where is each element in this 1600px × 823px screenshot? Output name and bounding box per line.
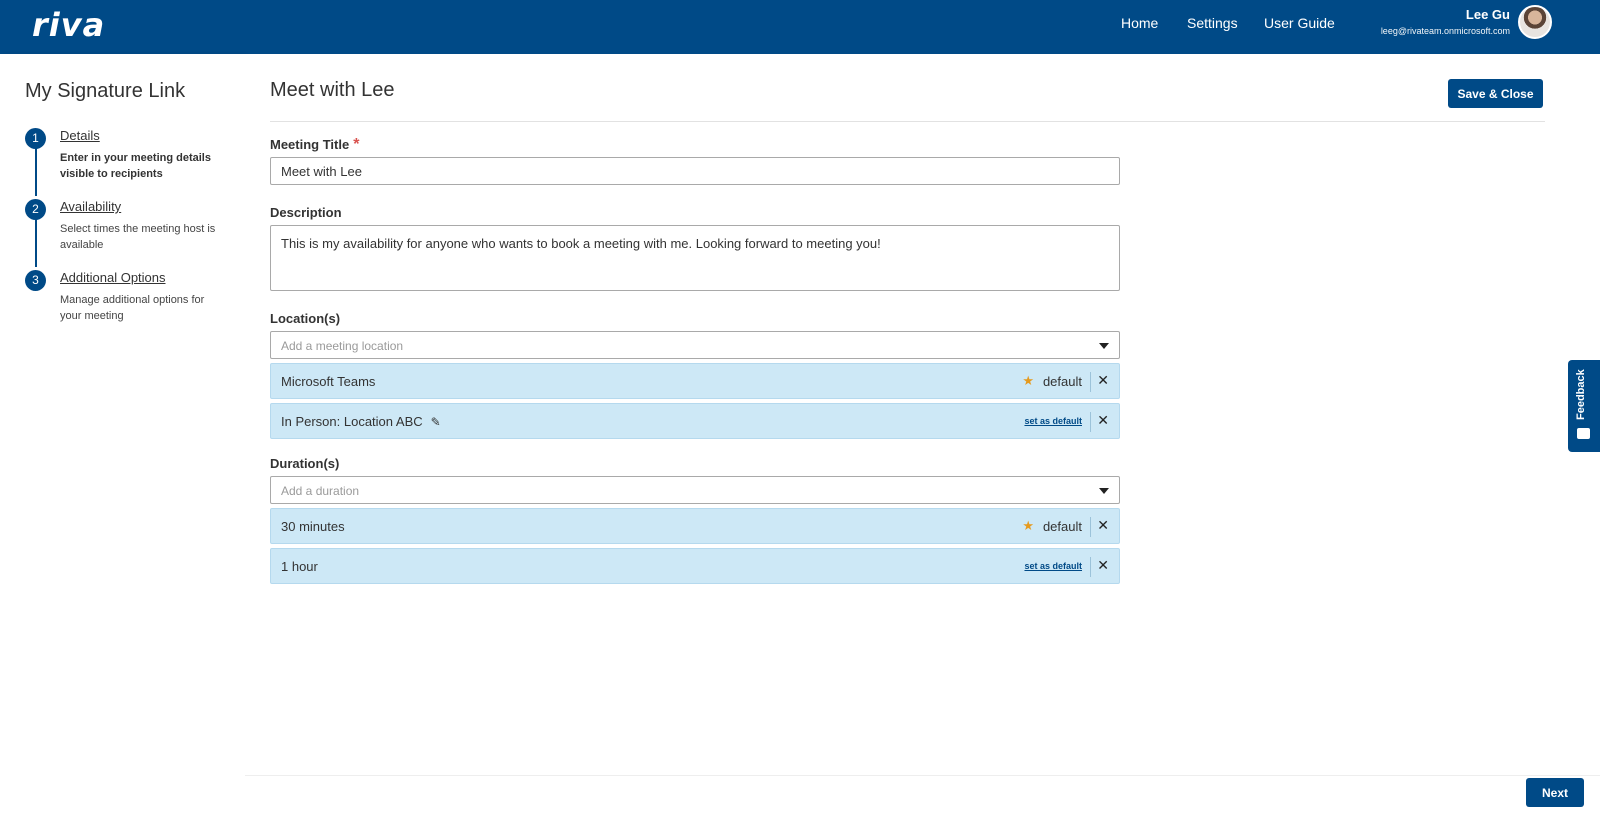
set-as-default-link[interactable]: set as default <box>1024 416 1082 426</box>
chip-separator <box>1090 557 1091 577</box>
feedback-tab[interactable]: Feedback <box>1568 360 1600 452</box>
close-icon[interactable]: ✕ <box>1097 517 1109 534</box>
description-label: Description <box>270 205 342 220</box>
chat-icon <box>1577 428 1590 439</box>
duration-chip-30min: 30 minutes ★ default ✕ <box>270 508 1120 544</box>
step-additional-options[interactable]: Additional Options <box>60 270 166 285</box>
step-connector <box>35 219 37 267</box>
locations-label: Location(s) <box>270 311 341 326</box>
chip-separator <box>1090 412 1091 432</box>
divider <box>270 121 1545 122</box>
location-select[interactable]: Add a meeting location <box>270 331 1120 359</box>
chip-label: 1 hour <box>281 559 318 574</box>
chip-label: In Person: Location ABC <box>281 414 423 429</box>
next-button[interactable]: Next <box>1526 778 1584 807</box>
nav-settings[interactable]: Settings <box>1187 15 1238 31</box>
default-badge: default <box>1042 374 1082 389</box>
step-availability[interactable]: Availability <box>60 199 121 214</box>
step-additional-options-description: Manage additional options for your meeti… <box>60 294 205 322</box>
nav-home[interactable]: Home <box>1121 15 1158 31</box>
step-availability-description: Select times the meeting host is availab… <box>60 223 216 251</box>
default-badge: default <box>1042 519 1082 534</box>
close-icon[interactable]: ✕ <box>1097 372 1109 389</box>
location-select-placeholder: Add a meeting location <box>281 339 404 353</box>
feedback-label: Feedback <box>1575 369 1587 420</box>
chevron-down-icon[interactable] <box>1099 488 1109 494</box>
location-chip-teams: Microsoft Teams ★ default ✕ <box>270 363 1120 399</box>
step-connector <box>35 148 37 196</box>
star-icon: ★ <box>1022 373 1034 388</box>
riva-logo[interactable]: riva <box>32 6 105 44</box>
chevron-down-icon[interactable] <box>1099 343 1109 349</box>
chip-label-wrapper: In Person: Location ABC ✎ <box>281 414 441 429</box>
sidebar: My Signature Link 1 Details Enter in you… <box>0 54 245 823</box>
main-panel: Meet with Lee Save & Close Meeting Title… <box>245 54 1600 775</box>
star-icon: ★ <box>1022 518 1034 533</box>
step-details[interactable]: Details <box>60 128 100 143</box>
step-number-1: 1 <box>25 128 46 149</box>
set-as-default-link[interactable]: set as default <box>1024 561 1082 571</box>
description-textarea[interactable]: This is my availability for anyone who w… <box>270 225 1120 291</box>
duration-chip-1hour: 1 hour set as default ✕ <box>270 548 1120 584</box>
step-number-2: 2 <box>25 199 46 220</box>
chip-label: Microsoft Teams <box>281 374 376 389</box>
meeting-title-label: Meeting Title * <box>270 136 359 154</box>
step-details-description: Enter in your meeting details visible to… <box>60 152 211 180</box>
chip-label: 30 minutes <box>281 519 345 534</box>
required-marker: * <box>353 136 360 153</box>
user-avatar[interactable] <box>1518 5 1552 39</box>
chip-separator <box>1090 517 1091 537</box>
durations-label: Duration(s) <box>270 456 340 471</box>
chip-separator <box>1090 372 1091 392</box>
close-icon[interactable]: ✕ <box>1097 557 1109 574</box>
location-chip-in-person: In Person: Location ABC ✎ set as default … <box>270 403 1120 439</box>
top-bar: riva Home Settings User Guide Lee Gu lee… <box>0 0 1600 54</box>
duration-select-placeholder: Add a duration <box>281 484 360 498</box>
meeting-title-input[interactable] <box>270 157 1120 185</box>
meeting-title-label-text: Meeting Title <box>270 137 350 152</box>
user-name: Lee Gu <box>1465 7 1510 22</box>
pencil-icon[interactable]: ✎ <box>431 415 441 429</box>
step-number-3: 3 <box>25 270 46 291</box>
sidebar-title: My Signature Link <box>25 80 186 102</box>
nav-user-guide[interactable]: User Guide <box>1264 15 1335 31</box>
page-title: Meet with Lee <box>270 79 395 101</box>
user-email: leeg@rivateam.onmicrosoft.com <box>1380 26 1510 36</box>
duration-select[interactable]: Add a duration <box>270 476 1120 504</box>
save-close-button[interactable]: Save & Close <box>1448 79 1543 108</box>
footer-bar: Next <box>245 775 1600 823</box>
close-icon[interactable]: ✕ <box>1097 412 1109 429</box>
